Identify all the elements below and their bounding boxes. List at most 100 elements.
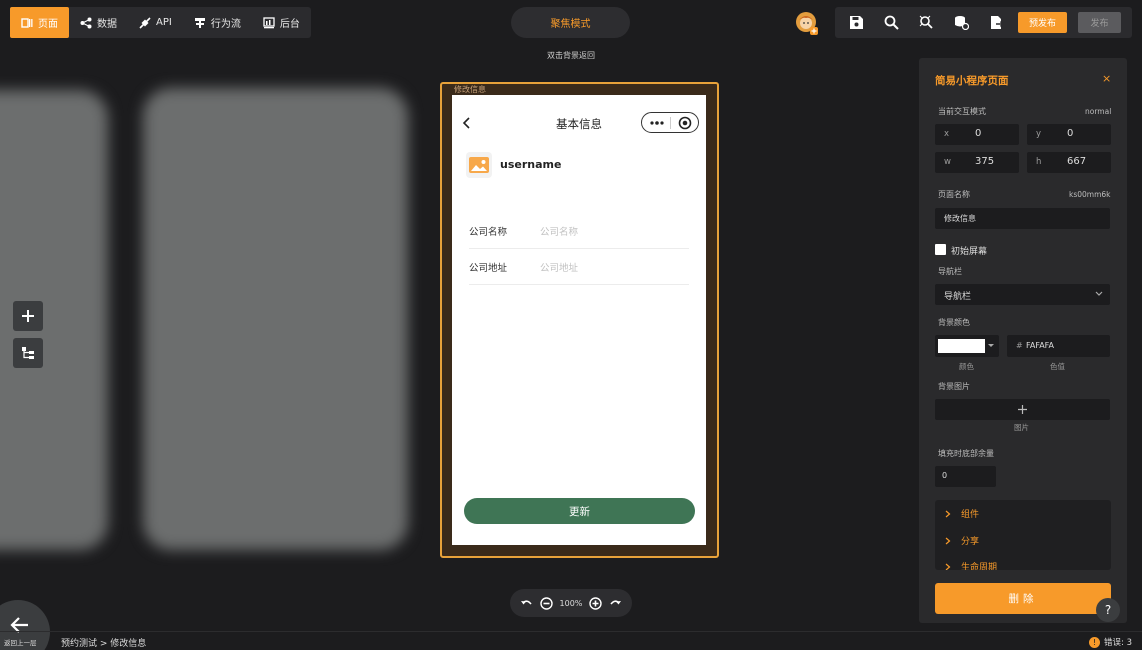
zoom-controls: 100% [510, 589, 632, 617]
color-value-caption: 色值 [1050, 362, 1065, 371]
section-share[interactable]: 分享 [945, 534, 979, 547]
y-field[interactable]: y0 [1027, 124, 1111, 145]
chevron-right-icon [945, 537, 951, 544]
user-avatar-icon[interactable] [795, 11, 819, 35]
page-tree-button[interactable] [13, 338, 43, 368]
flow-icon [194, 17, 205, 28]
capsule-divider [670, 117, 671, 129]
company-address-input[interactable]: 公司地址 [540, 260, 578, 274]
bg-color-label: 背景颜色 [938, 318, 970, 327]
company-name-input[interactable]: 公司名称 [540, 224, 578, 238]
h-key: h [1036, 157, 1042, 167]
api-icon [139, 16, 151, 29]
plus-icon [1018, 405, 1027, 414]
chevron-right-icon [945, 563, 951, 570]
tree-icon [22, 347, 34, 359]
company-address-row[interactable]: 公司地址 公司地址 [469, 249, 689, 285]
close-icon[interactable]: × [1102, 72, 1111, 85]
plus-icon [22, 310, 34, 322]
error-icon: ! [1089, 636, 1100, 648]
chevron-down-icon [988, 344, 994, 347]
delete-page-button[interactable]: 删除 [935, 583, 1111, 614]
nav-tab-label: 数据 [97, 19, 117, 30]
publish-button[interactable]: 发布 [1078, 12, 1121, 33]
nav-tab-page[interactable]: 页面 [10, 7, 69, 38]
height-field[interactable]: h 667 [1027, 152, 1111, 173]
export-icon[interactable] [989, 15, 1004, 30]
section-components[interactable]: 组件 [945, 507, 979, 520]
section-label: 生命周期 [961, 563, 998, 570]
color-hex-input[interactable]: # FAFAFA [1007, 335, 1110, 357]
width-field[interactable]: w 375 [935, 152, 1019, 173]
fill-bottom-label: 填充时底部余量 [938, 449, 994, 458]
zoom-out-icon[interactable] [539, 596, 553, 610]
initial-screen-label: 初始屏幕 [951, 247, 988, 257]
x-key: x [944, 129, 950, 139]
username-text: username [500, 158, 562, 171]
zoom-in-icon[interactable] [589, 596, 603, 610]
debug-search-icon[interactable] [919, 15, 934, 30]
page-name-input[interactable]: 修改信息 [935, 208, 1110, 229]
user-image-placeholder [466, 152, 492, 178]
bg-image-upload[interactable] [935, 399, 1110, 420]
add-page-button[interactable] [13, 301, 43, 331]
miniprogram-capsule[interactable] [641, 112, 699, 133]
backend-icon [263, 16, 275, 28]
pre-publish-button[interactable]: 预发布 [1018, 12, 1067, 33]
chevron-right-icon [945, 510, 951, 517]
zoom-level: 100% [559, 598, 583, 608]
x-field[interactable]: x0 [935, 124, 1019, 145]
navbar-select[interactable]: 导航栏 [935, 284, 1110, 305]
error-count: 错误: 3 [1104, 638, 1132, 648]
company-address-label: 公司地址 [469, 263, 508, 274]
chevron-down-icon [1095, 291, 1103, 296]
navbar-label: 导航栏 [938, 267, 962, 276]
y-key: y [1036, 129, 1042, 139]
nav-tab-api[interactable]: API [128, 7, 183, 38]
save-icon[interactable] [849, 15, 864, 30]
section-label: 分享 [961, 537, 980, 547]
page-id: ks00mm6k [1069, 190, 1111, 199]
error-indicator[interactable]: ! 错误: 3 [1089, 636, 1132, 648]
page-icon [21, 17, 33, 28]
update-button[interactable]: 更新 [464, 498, 695, 524]
top-bar: 页面 数据 API 行为流 后台 聚焦模式 预发布 发布 [0, 0, 1142, 46]
nav-tab-flow[interactable]: 行为流 [183, 7, 252, 38]
nav-tab-label: 行为流 [210, 19, 241, 30]
hex-prefix: # [1016, 341, 1023, 350]
phone-preview: 基本信息 username 公司名称 公司名称 公司地址 公司地址 更新 [452, 95, 706, 545]
interaction-mode-value: normal [1085, 107, 1112, 116]
nav-tab-backend[interactable]: 后台 [252, 7, 311, 38]
redo-icon[interactable] [609, 597, 622, 610]
color-picker[interactable] [935, 335, 999, 357]
section-lifecycle[interactable]: 生命周期 [945, 560, 997, 570]
color-caption: 颜色 [959, 362, 974, 371]
background-page-preview[interactable] [143, 88, 408, 550]
page-name-value: 修改信息 [944, 214, 976, 223]
database-settings-icon[interactable] [954, 15, 969, 30]
breadcrumb[interactable]: 预约测试 > 修改信息 [61, 636, 146, 649]
x-value: 0 [975, 128, 982, 139]
nav-tab-label: 后台 [279, 19, 300, 30]
company-name-row[interactable]: 公司名称 公司名称 [469, 213, 689, 249]
help-icon[interactable]: ? [1096, 598, 1120, 622]
image-caption: 图片 [1014, 423, 1029, 432]
company-name-label: 公司名称 [469, 227, 508, 238]
color-swatch [938, 339, 985, 353]
search-icon[interactable] [884, 15, 899, 30]
w-key: w [944, 157, 951, 167]
close-target-icon[interactable] [678, 116, 692, 130]
fill-bottom-input[interactable]: 0 [935, 466, 996, 487]
panel-sections: 组件 分享 生命周期 [935, 500, 1111, 570]
interaction-mode-label: 当前交互模式 [938, 107, 986, 116]
nav-tab-data[interactable]: 数据 [69, 7, 128, 38]
nav-tab-label: 页面 [38, 19, 58, 30]
width-value: 375 [975, 156, 995, 167]
undo-icon[interactable] [520, 597, 533, 610]
initial-screen-checkbox[interactable] [935, 244, 946, 255]
focus-mode-button[interactable]: 聚焦模式 [511, 7, 630, 38]
data-icon [80, 17, 92, 28]
more-icon[interactable] [650, 119, 664, 127]
hex-value: FAFAFA [1026, 341, 1055, 350]
height-value: 667 [1067, 156, 1087, 167]
